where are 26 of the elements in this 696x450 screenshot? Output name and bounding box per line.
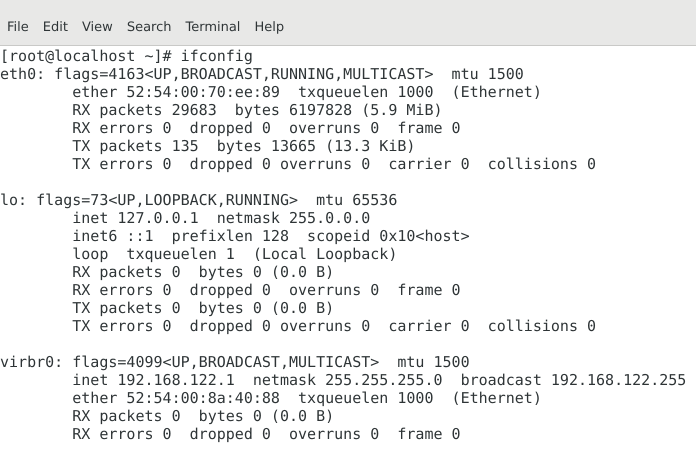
- output-line: TX errors 0 dropped 0 overruns 0 carrier 0 collisions 0: [71, 155, 598, 173]
- menu-item[interactable]: Terminal: [179, 16, 246, 39]
- output-line: RX packets 0 bytes 0 (0.0 B): [71, 407, 336, 425]
- menu-item[interactable]: Help: [248, 16, 290, 39]
- output-line: virbr0: flags=4099<UP,BROADCAST,MULTICAST> mtu 1500: [0, 353, 471, 371]
- output-line: inet 192.168.122.1 netmask 255.255.255.0 broadcast 192.168.122.255: [71, 371, 688, 389]
- menu-item[interactable]: View: [76, 16, 119, 39]
- output-line: TX packets 135 bytes 13665 (13.3 KiB): [71, 137, 416, 155]
- output-line: lo: flags=73<UP,LOOPBACK,RUNNING> mtu 65536: [0, 191, 398, 209]
- output-line: loop txqueuelen 1 (Local Loopback): [71, 245, 398, 263]
- output-line: ether 52:54:00:70:ee:89 txqueuelen 1000 (Ethernet): [71, 83, 543, 101]
- output-line: ether 52:54:00:8a:40:88 txqueuelen 1000 (Ethernet): [71, 389, 543, 407]
- output-line: RX packets 0 bytes 0 (0.0 B): [71, 263, 336, 281]
- output-line: RX errors 0 dropped 0 overruns 0 frame 0: [71, 425, 462, 443]
- menu-item[interactable]: Edit: [36, 16, 74, 39]
- menu-item[interactable]: Search: [120, 16, 178, 39]
- output-line: inet6 ::1 prefixlen 128 scopeid 0x10<host>: [71, 227, 471, 245]
- output-line: eth0: flags=4163<UP,BROADCAST,RUNNING,MULTICAST> mtu 1500: [0, 65, 525, 83]
- output-line: RX errors 0 dropped 0 overruns 0 frame 0: [71, 281, 462, 299]
- menu-item[interactable]: File: [1, 16, 35, 39]
- output-line: TX packets 0 bytes 0 (0.0 B): [71, 299, 336, 317]
- output-line: RX errors 0 dropped 0 overruns 0 frame 0: [71, 119, 462, 137]
- command-line: [root@localhost ~]# ifconfig: [0, 47, 254, 65]
- output-line: inet 127.0.0.1 netmask 255.0.0.0: [71, 209, 372, 227]
- output-line: TX errors 0 dropped 0 overruns 0 carrier 0 collisions 0: [71, 317, 598, 335]
- output-line: RX packets 29683 bytes 6197828 (5.9 MiB): [71, 101, 444, 119]
